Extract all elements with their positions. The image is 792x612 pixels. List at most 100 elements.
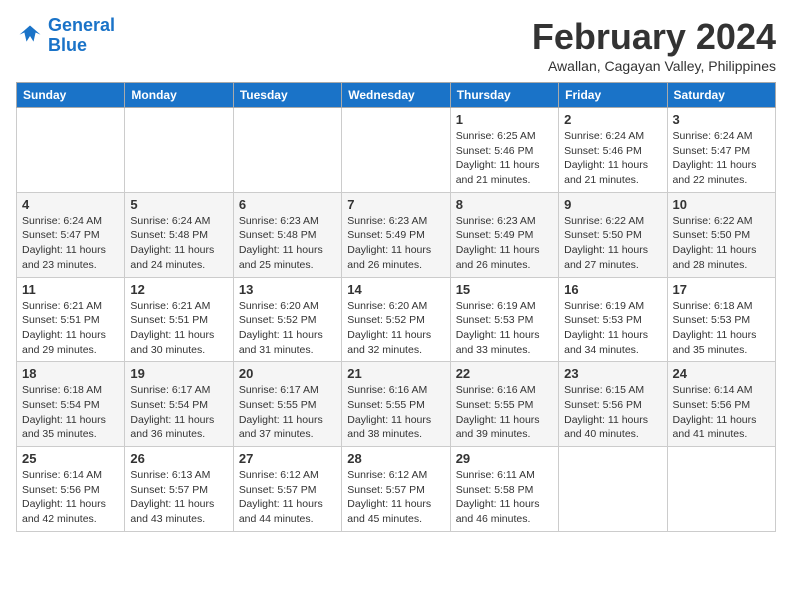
day-number: 11 bbox=[22, 282, 119, 297]
calendar-cell: 16 Sunrise: 6:19 AM Sunset: 5:53 PM Dayli… bbox=[559, 277, 667, 362]
day-info: Sunrise: 6:16 AM Sunset: 5:55 PM Dayligh… bbox=[347, 383, 444, 442]
day-number: 9 bbox=[564, 197, 661, 212]
day-info: Sunrise: 6:24 AM Sunset: 5:47 PM Dayligh… bbox=[22, 214, 119, 273]
calendar-cell: 9 Sunrise: 6:22 AM Sunset: 5:50 PM Daylig… bbox=[559, 192, 667, 277]
day-info: Sunrise: 6:22 AM Sunset: 5:50 PM Dayligh… bbox=[564, 214, 661, 273]
calendar-cell: 2 Sunrise: 6:24 AM Sunset: 5:46 PM Daylig… bbox=[559, 108, 667, 193]
day-number: 6 bbox=[239, 197, 336, 212]
day-number: 20 bbox=[239, 366, 336, 381]
day-info: Sunrise: 6:22 AM Sunset: 5:50 PM Dayligh… bbox=[673, 214, 770, 273]
calendar-week-row: 4 Sunrise: 6:24 AM Sunset: 5:47 PM Daylig… bbox=[17, 192, 776, 277]
day-number: 15 bbox=[456, 282, 553, 297]
calendar-cell bbox=[125, 108, 233, 193]
day-info: Sunrise: 6:21 AM Sunset: 5:51 PM Dayligh… bbox=[130, 299, 227, 358]
day-number: 25 bbox=[22, 451, 119, 466]
calendar-cell: 4 Sunrise: 6:24 AM Sunset: 5:47 PM Daylig… bbox=[17, 192, 125, 277]
day-info: Sunrise: 6:25 AM Sunset: 5:46 PM Dayligh… bbox=[456, 129, 553, 188]
calendar-cell: 3 Sunrise: 6:24 AM Sunset: 5:47 PM Daylig… bbox=[667, 108, 775, 193]
day-header-saturday: Saturday bbox=[667, 83, 775, 108]
calendar-week-row: 18Sunrise: 6:18 AM Sunset: 5:54 PM Dayli… bbox=[17, 362, 776, 447]
day-number: 27 bbox=[239, 451, 336, 466]
calendar-cell: 8 Sunrise: 6:23 AM Sunset: 5:49 PM Daylig… bbox=[450, 192, 558, 277]
day-info: Sunrise: 6:14 AM Sunset: 5:56 PM Dayligh… bbox=[673, 383, 770, 442]
calendar-week-row: 25 Sunrise: 6:14 AM Sunset: 5:56 PM Dayli… bbox=[17, 447, 776, 532]
day-info: Sunrise: 6:20 AM Sunset: 5:52 PM Dayligh… bbox=[347, 299, 444, 358]
day-number: 3 bbox=[673, 112, 770, 127]
calendar-cell: 7 Sunrise: 6:23 AM Sunset: 5:49 PM Daylig… bbox=[342, 192, 450, 277]
day-number: 4 bbox=[22, 197, 119, 212]
day-number: 21 bbox=[347, 366, 444, 381]
day-number: 24 bbox=[673, 366, 770, 381]
calendar-header-row: SundayMondayTuesdayWednesdayThursdayFrid… bbox=[17, 83, 776, 108]
calendar-cell bbox=[342, 108, 450, 193]
day-header-wednesday: Wednesday bbox=[342, 83, 450, 108]
day-info: Sunrise: 6:11 AM Sunset: 5:58 PM Dayligh… bbox=[456, 468, 553, 527]
day-info: Sunrise: 6:17 AM Sunset: 5:54 PM Dayligh… bbox=[130, 383, 227, 442]
calendar-cell: 14 Sunrise: 6:20 AM Sunset: 5:52 PM Dayli… bbox=[342, 277, 450, 362]
title-block: February 2024 Awallan, Cagayan Valley, P… bbox=[532, 16, 776, 74]
day-info: Sunrise: 6:18 AM Sunset: 5:53 PM Dayligh… bbox=[673, 299, 770, 358]
day-number: 14 bbox=[347, 282, 444, 297]
day-info: Sunrise: 6:19 AM Sunset: 5:53 PM Dayligh… bbox=[456, 299, 553, 358]
day-header-monday: Monday bbox=[125, 83, 233, 108]
calendar-cell: 22Sunrise: 6:16 AM Sunset: 5:55 PM Dayli… bbox=[450, 362, 558, 447]
day-header-tuesday: Tuesday bbox=[233, 83, 341, 108]
calendar-cell: 27Sunrise: 6:12 AM Sunset: 5:57 PM Dayli… bbox=[233, 447, 341, 532]
day-number: 7 bbox=[347, 197, 444, 212]
calendar-cell: 18Sunrise: 6:18 AM Sunset: 5:54 PM Dayli… bbox=[17, 362, 125, 447]
location-subtitle: Awallan, Cagayan Valley, Philippines bbox=[532, 58, 776, 74]
month-title: February 2024 bbox=[532, 16, 776, 58]
day-info: Sunrise: 6:24 AM Sunset: 5:48 PM Dayligh… bbox=[130, 214, 227, 273]
day-number: 12 bbox=[130, 282, 227, 297]
logo-text: General Blue bbox=[48, 16, 115, 56]
day-number: 10 bbox=[673, 197, 770, 212]
calendar-cell: 23 Sunrise: 6:15 AM Sunset: 5:56 PM Dayli… bbox=[559, 362, 667, 447]
calendar-cell bbox=[17, 108, 125, 193]
day-header-friday: Friday bbox=[559, 83, 667, 108]
calendar-cell: 26 Sunrise: 6:13 AM Sunset: 5:57 PM Dayli… bbox=[125, 447, 233, 532]
calendar-cell bbox=[233, 108, 341, 193]
day-number: 29 bbox=[456, 451, 553, 466]
calendar-week-row: 11 Sunrise: 6:21 AM Sunset: 5:51 PM Dayli… bbox=[17, 277, 776, 362]
day-info: Sunrise: 6:24 AM Sunset: 5:46 PM Dayligh… bbox=[564, 129, 661, 188]
day-number: 23 bbox=[564, 366, 661, 381]
day-info: Sunrise: 6:13 AM Sunset: 5:57 PM Dayligh… bbox=[130, 468, 227, 527]
day-number: 26 bbox=[130, 451, 227, 466]
day-info: Sunrise: 6:23 AM Sunset: 5:48 PM Dayligh… bbox=[239, 214, 336, 273]
calendar-cell: 25 Sunrise: 6:14 AM Sunset: 5:56 PM Dayli… bbox=[17, 447, 125, 532]
calendar-cell: 12 Sunrise: 6:21 AM Sunset: 5:51 PM Dayli… bbox=[125, 277, 233, 362]
page-header: General Blue February 2024 Awallan, Caga… bbox=[16, 16, 776, 74]
day-info: Sunrise: 6:17 AM Sunset: 5:55 PM Dayligh… bbox=[239, 383, 336, 442]
calendar-cell: 11Sunrise: 6:21 AM Sunset: 5:51 PM Dayli… bbox=[17, 277, 125, 362]
day-info: Sunrise: 6:12 AM Sunset: 5:57 PM Dayligh… bbox=[347, 468, 444, 527]
calendar-table: SundayMondayTuesdayWednesdayThursdayFrid… bbox=[16, 82, 776, 532]
day-info: Sunrise: 6:16 AM Sunset: 5:55 PM Dayligh… bbox=[456, 383, 553, 442]
day-info: Sunrise: 6:19 AM Sunset: 5:53 PM Dayligh… bbox=[564, 299, 661, 358]
day-number: 16 bbox=[564, 282, 661, 297]
day-info: Sunrise: 6:23 AM Sunset: 5:49 PM Dayligh… bbox=[347, 214, 444, 273]
calendar-cell: 13Sunrise: 6:20 AM Sunset: 5:52 PM Dayli… bbox=[233, 277, 341, 362]
day-info: Sunrise: 6:23 AM Sunset: 5:49 PM Dayligh… bbox=[456, 214, 553, 273]
calendar-cell: 5 Sunrise: 6:24 AM Sunset: 5:48 PM Daylig… bbox=[125, 192, 233, 277]
logo: General Blue bbox=[16, 16, 115, 56]
calendar-cell: 1Sunrise: 6:25 AM Sunset: 5:46 PM Daylig… bbox=[450, 108, 558, 193]
day-header-sunday: Sunday bbox=[17, 83, 125, 108]
day-info: Sunrise: 6:15 AM Sunset: 5:56 PM Dayligh… bbox=[564, 383, 661, 442]
day-info: Sunrise: 6:20 AM Sunset: 5:52 PM Dayligh… bbox=[239, 299, 336, 358]
day-number: 19 bbox=[130, 366, 227, 381]
calendar-cell bbox=[559, 447, 667, 532]
day-info: Sunrise: 6:14 AM Sunset: 5:56 PM Dayligh… bbox=[22, 468, 119, 527]
calendar-cell: 29 Sunrise: 6:11 AM Sunset: 5:58 PM Dayli… bbox=[450, 447, 558, 532]
day-number: 8 bbox=[456, 197, 553, 212]
calendar-cell: 15 Sunrise: 6:19 AM Sunset: 5:53 PM Dayli… bbox=[450, 277, 558, 362]
calendar-cell: 28Sunrise: 6:12 AM Sunset: 5:57 PM Dayli… bbox=[342, 447, 450, 532]
calendar-cell: 17Sunrise: 6:18 AM Sunset: 5:53 PM Dayli… bbox=[667, 277, 775, 362]
logo-icon bbox=[16, 22, 44, 50]
day-info: Sunrise: 6:18 AM Sunset: 5:54 PM Dayligh… bbox=[22, 383, 119, 442]
day-number: 2 bbox=[564, 112, 661, 127]
calendar-cell: 20 Sunrise: 6:17 AM Sunset: 5:55 PM Dayli… bbox=[233, 362, 341, 447]
day-info: Sunrise: 6:24 AM Sunset: 5:47 PM Dayligh… bbox=[673, 129, 770, 188]
day-number: 5 bbox=[130, 197, 227, 212]
day-header-thursday: Thursday bbox=[450, 83, 558, 108]
calendar-cell: 10 Sunrise: 6:22 AM Sunset: 5:50 PM Dayli… bbox=[667, 192, 775, 277]
